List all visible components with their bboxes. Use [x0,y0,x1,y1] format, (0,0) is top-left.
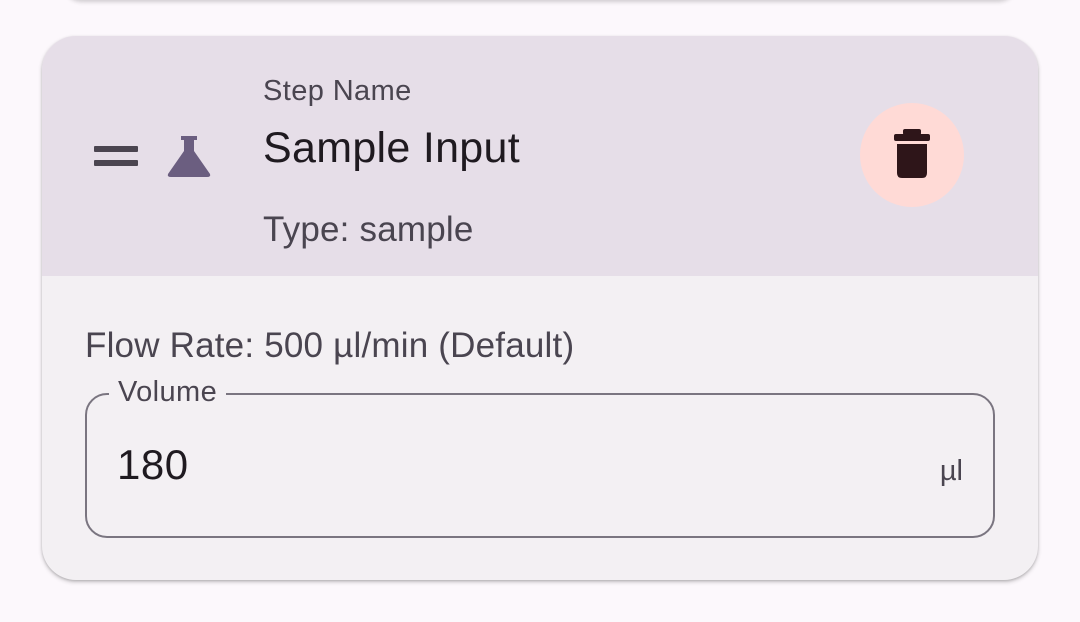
flask-icon [167,136,211,177]
step-card-header: Step Name Sample Input Type: sample [42,36,1038,276]
flow-rate-text: Flow Rate: 500 µl/min (Default) [85,326,575,365]
trash-icon [894,129,930,178]
drag-handle-icon[interactable] [94,146,138,168]
step-card: Step Name Sample Input Type: sample Flow… [42,36,1038,580]
volume-input[interactable] [117,437,877,493]
volume-field[interactable]: Volume µl [85,375,995,538]
delete-step-button[interactable] [860,103,964,207]
volume-unit-suffix: µl [939,455,963,487]
step-type-text: Type: sample [263,210,474,249]
volume-label: Volume [109,375,227,409]
step-name-label: Step Name [263,75,412,107]
step-name-value[interactable]: Sample Input [263,124,520,173]
